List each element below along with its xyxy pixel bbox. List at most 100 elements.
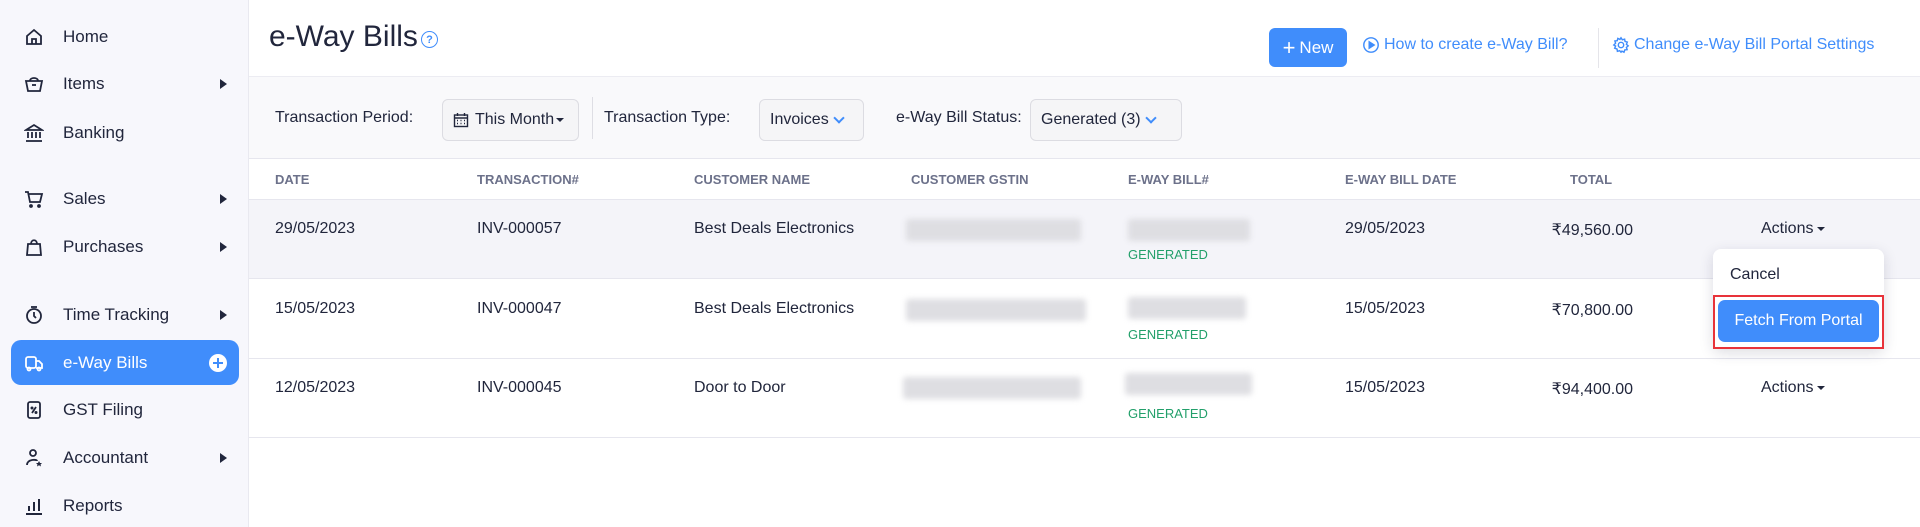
- eway-status-label: e-Way Bill Status:: [896, 109, 1022, 126]
- sidebar-item-label: Accountant: [63, 447, 149, 467]
- sidebar-item-home[interactable]: Home: [11, 14, 239, 59]
- new-button[interactable]: + New: [1269, 28, 1347, 67]
- cell-total: ₹49,560.00: [1551, 222, 1633, 239]
- sidebar-item-label: e-Way Bills: [63, 352, 148, 372]
- cell-customer-name: Best Deals Electronics: [694, 220, 855, 237]
- chevron-down-icon: [833, 112, 845, 124]
- filter-bar: Transaction Period: This Month Transacti…: [249, 76, 1920, 159]
- sidebar-item-label: Items: [63, 73, 105, 93]
- menu-item-cancel[interactable]: Cancel: [1730, 266, 1780, 284]
- calendar-icon: [453, 113, 469, 128]
- transaction-type-dropdown[interactable]: Invoices: [759, 99, 864, 141]
- actions-label: Actions: [1761, 220, 1814, 237]
- cell-customer-name: Best Deals Electronics: [694, 300, 855, 317]
- sidebar-item-label: Purchases: [63, 236, 144, 256]
- transaction-period-label: Transaction Period:: [275, 109, 414, 126]
- transaction-type-label: Transaction Type:: [604, 109, 731, 126]
- caret-down-icon: [1817, 227, 1826, 231]
- cell-customer-name: Door to Door: [694, 379, 786, 396]
- column-header-customer-gstin[interactable]: CUSTOMER GSTIN: [911, 172, 1029, 187]
- portal-settings-label: Change e-Way Bill Portal Settings: [1634, 36, 1875, 53]
- cell-transaction[interactable]: INV-000047: [477, 300, 562, 318]
- sidebar-item-items[interactable]: Items: [11, 61, 239, 106]
- transaction-period-dropdown[interactable]: This Month: [442, 99, 579, 141]
- eway-status-dropdown[interactable]: Generated (3): [1030, 99, 1182, 141]
- actions-dropdown[interactable]: Actions: [1761, 379, 1826, 397]
- help-icon[interactable]: ?: [421, 31, 438, 48]
- sidebar-item-label: Sales: [63, 188, 106, 208]
- sidebar-item-gst-filing[interactable]: GST Filing: [11, 387, 239, 432]
- bag-icon: [23, 236, 45, 258]
- column-header-eway-bill[interactable]: E-WAY BILL#: [1128, 172, 1209, 187]
- expand-arrow-icon[interactable]: [220, 241, 227, 252]
- status-badge: GENERATED: [1128, 406, 1208, 421]
- status-badge: GENERATED: [1128, 327, 1208, 342]
- table-row[interactable]: 29/05/2023 INV-000057 Best Deals Electro…: [249, 200, 1920, 279]
- gear-icon: [1612, 36, 1630, 54]
- cart-icon: [23, 188, 45, 210]
- filter-divider: [592, 97, 593, 139]
- sidebar: Home Items Banking Sales Purchases Time …: [0, 0, 249, 527]
- redacted-eway-bill-number: [1128, 219, 1250, 241]
- expand-arrow-icon[interactable]: [220, 452, 227, 463]
- sidebar-item-eway-bills[interactable]: e-Way Bills: [11, 340, 239, 385]
- cell-transaction[interactable]: INV-000045: [477, 379, 562, 397]
- truck-icon: [23, 352, 45, 374]
- sidebar-item-label: Home: [63, 26, 109, 46]
- status-badge: GENERATED: [1128, 247, 1208, 262]
- table-row[interactable]: 12/05/2023 INV-000045 Door to Door GENER…: [249, 359, 1920, 438]
- sidebar-item-accountant[interactable]: Accountant: [11, 435, 239, 480]
- cell-eway-bill-date: 15/05/2023: [1345, 379, 1426, 396]
- play-circle-icon: [1363, 37, 1379, 53]
- transaction-type-value: Invoices: [770, 111, 829, 128]
- redacted-gstin: [906, 219, 1081, 241]
- eway-status-value: Generated (3): [1041, 111, 1141, 128]
- home-icon: [23, 26, 45, 48]
- header-divider: [1598, 28, 1599, 68]
- sidebar-item-label: Banking: [63, 122, 125, 142]
- sidebar-item-label: Time Tracking: [63, 304, 170, 324]
- expand-arrow-icon[interactable]: [220, 193, 227, 204]
- bar-chart-icon: [23, 495, 45, 517]
- table-row[interactable]: 15/05/2023 INV-000047 Best Deals Electro…: [249, 280, 1920, 359]
- sidebar-item-reports[interactable]: Reports: [11, 483, 239, 527]
- actions-label: Actions: [1761, 379, 1814, 396]
- redacted-eway-bill-number: [1128, 297, 1246, 319]
- sidebar-item-sales[interactable]: Sales: [11, 176, 239, 221]
- expand-arrow-icon[interactable]: [220, 309, 227, 320]
- cell-date: 29/05/2023: [275, 220, 356, 237]
- caret-down-icon: [1817, 386, 1826, 390]
- portal-settings-link[interactable]: Change e-Way Bill Portal Settings: [1612, 36, 1874, 54]
- percent-doc-icon: [23, 399, 45, 421]
- cell-transaction[interactable]: INV-000057: [477, 220, 562, 238]
- cell-total: ₹94,400.00: [1551, 381, 1633, 398]
- sidebar-item-label: GST Filing: [63, 399, 143, 419]
- how-to-create-link[interactable]: How to create e-Way Bill?: [1362, 36, 1567, 54]
- sidebar-item-time-tracking[interactable]: Time Tracking: [11, 292, 239, 337]
- cell-total: ₹70,800.00: [1551, 302, 1633, 319]
- column-header-date[interactable]: DATE: [275, 172, 309, 187]
- plus-icon: +: [1282, 34, 1296, 60]
- redacted-gstin: [903, 377, 1081, 399]
- column-header-total[interactable]: TOTAL: [1570, 172, 1612, 187]
- how-to-create-label: How to create e-Way Bill?: [1384, 36, 1568, 53]
- cell-eway-bill-date: 15/05/2023: [1345, 300, 1426, 317]
- menu-item-fetch-from-portal[interactable]: Fetch From Portal: [1718, 300, 1879, 342]
- redacted-eway-bill-number: [1125, 373, 1252, 395]
- expand-arrow-icon[interactable]: [220, 78, 227, 89]
- column-header-eway-bill-date[interactable]: E-WAY BILL DATE: [1345, 172, 1456, 187]
- sidebar-item-purchases[interactable]: Purchases: [11, 224, 239, 269]
- cell-eway-bill-date: 29/05/2023: [1345, 220, 1426, 237]
- sidebar-item-banking[interactable]: Banking: [11, 110, 239, 155]
- new-button-label: New: [1299, 37, 1334, 57]
- actions-dropdown[interactable]: Actions: [1761, 220, 1826, 238]
- basket-icon: [23, 73, 45, 95]
- column-header-transaction[interactable]: TRANSACTION#: [477, 172, 579, 187]
- table-header: DATE TRANSACTION# CUSTOMER NAME CUSTOMER…: [249, 159, 1920, 200]
- add-eway-bill-icon[interactable]: [209, 353, 227, 372]
- sidebar-item-label: Reports: [63, 495, 123, 515]
- stopwatch-icon: [23, 304, 45, 326]
- chevron-down-icon: [1144, 112, 1157, 124]
- column-header-customer-name[interactable]: CUSTOMER NAME: [694, 172, 810, 187]
- cell-date: 12/05/2023: [275, 379, 356, 396]
